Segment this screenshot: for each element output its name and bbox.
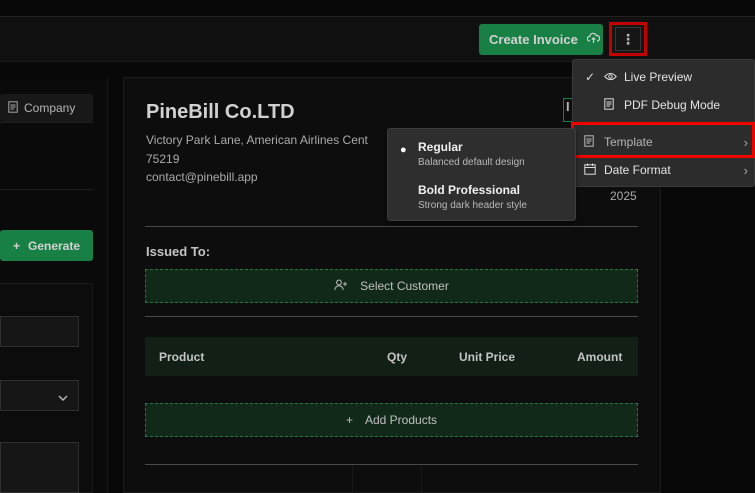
company-email: contact@pinebill.app	[146, 170, 258, 184]
template-option-title: Bold Professional	[418, 183, 521, 197]
select-dropdown[interactable]	[0, 380, 79, 411]
divider	[0, 122, 93, 123]
divider	[0, 189, 93, 190]
chevron-right-icon: ›	[743, 162, 748, 178]
generate-label: Generate	[27, 238, 81, 253]
date-format-label: Date Format	[604, 163, 671, 177]
add-products-button[interactable]: + Add Products	[145, 403, 638, 437]
checkmark-icon: ✓	[585, 70, 596, 84]
column-divider	[352, 465, 353, 493]
chevron-down-icon	[58, 389, 68, 407]
plus-icon: +	[12, 238, 20, 253]
tab-company[interactable]: Company	[0, 94, 93, 122]
column-unit-price: Unit Price	[459, 350, 516, 364]
menu-item-date-format[interactable]: Date Format ›	[573, 157, 755, 183]
select-customer-label: Select Customer	[360, 279, 449, 293]
select-customer-button[interactable]: Select Customer	[145, 269, 638, 303]
document-icon	[8, 100, 18, 116]
kebab-menu-icon: ⋮	[615, 27, 641, 51]
generate-button[interactable]: + Generate	[0, 230, 93, 261]
template-option-desc: Balanced default design	[418, 157, 525, 168]
plus-icon: +	[345, 413, 353, 427]
company-name: PineBill Co.LTD	[146, 101, 295, 123]
issued-to-label: Issued To:	[146, 244, 211, 259]
textarea-field[interactable]	[0, 442, 79, 493]
menu-item-pdf-debug[interactable]: PDF Debug Mode	[573, 92, 755, 118]
column-qty: Qty	[387, 350, 408, 364]
eye-icon	[604, 70, 617, 84]
text-input[interactable]	[0, 316, 79, 347]
company-address-line1: Victory Park Lane, American Airlines Cen…	[146, 133, 368, 147]
selected-dot-icon: ●	[400, 144, 407, 156]
template-option-regular[interactable]: ● Regular Balanced default design	[388, 140, 577, 174]
cloud-upload-icon	[586, 32, 601, 47]
calendar-icon	[584, 163, 596, 178]
template-option-title: Regular	[418, 140, 463, 154]
template-option-desc: Strong dark header style	[418, 200, 527, 211]
create-invoice-button[interactable]: Create Invoice	[479, 24, 603, 55]
menu-item-live-preview[interactable]: ✓ Live Preview	[573, 64, 755, 90]
column-amount: Amount	[577, 350, 623, 364]
divider	[145, 316, 638, 317]
column-product: Product	[159, 350, 205, 364]
divider	[145, 226, 638, 227]
tab-company-label: Company	[24, 101, 76, 115]
more-options-button[interactable]: ⋮	[609, 22, 647, 56]
column-divider	[421, 465, 422, 493]
template-submenu: ● Regular Balanced default design Bold P…	[387, 128, 576, 221]
add-user-icon	[334, 279, 348, 294]
company-address-line2: 75219	[146, 152, 180, 166]
template-highlight-box	[571, 122, 755, 158]
divider	[145, 464, 638, 465]
document-icon	[604, 97, 614, 113]
pdf-debug-label: PDF Debug Mode	[624, 98, 721, 112]
live-preview-label: Live Preview	[624, 70, 693, 84]
template-option-bold-professional[interactable]: Bold Professional Strong dark header sty…	[388, 183, 577, 217]
invoice-year: 2025	[610, 189, 637, 203]
create-invoice-label: Create Invoice	[489, 32, 578, 47]
products-table-header: Product Qty Unit Price Amount	[145, 337, 638, 376]
add-products-label: Add Products	[364, 413, 438, 427]
